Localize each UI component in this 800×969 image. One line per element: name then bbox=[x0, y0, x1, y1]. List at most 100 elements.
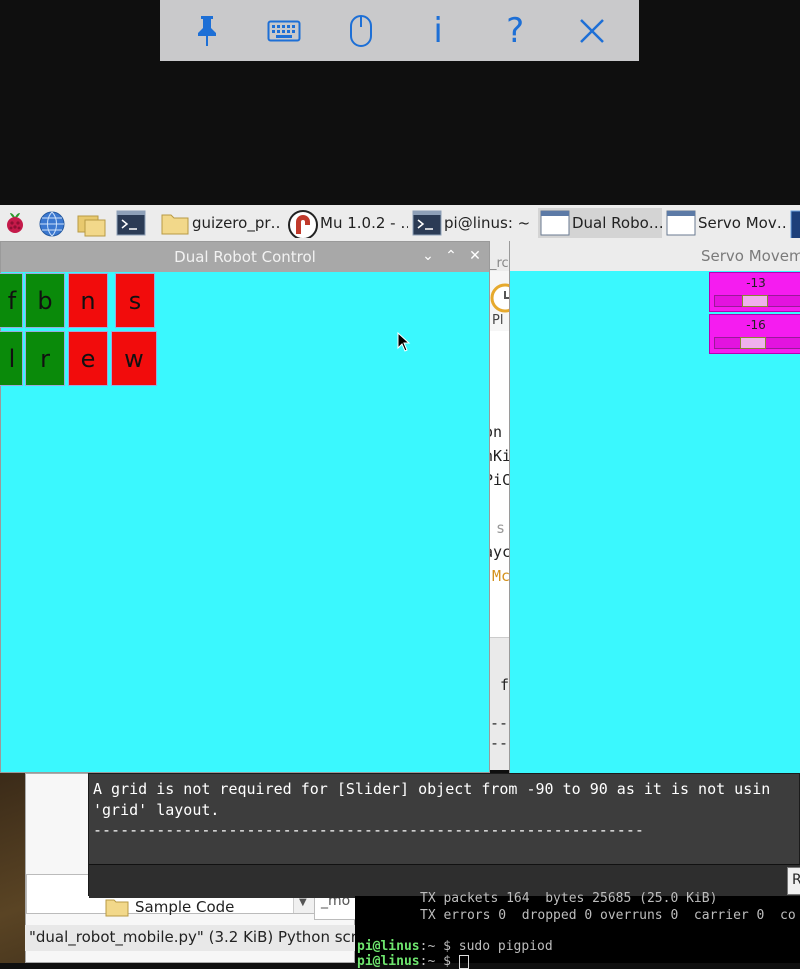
raspberry-icon bbox=[2, 210, 30, 236]
mu-title-fragment: _rc bbox=[490, 256, 509, 271]
prompt-user: pi@linus bbox=[357, 939, 420, 954]
mu-logo-icon bbox=[288, 210, 318, 238]
taskbar-item-overflow[interactable] bbox=[790, 208, 800, 238]
console-line: A grid is not required for [Slider] obje… bbox=[93, 780, 771, 798]
terminal-line: TX packets 164 bytes 25685 (25.0 KiB) bbox=[420, 891, 718, 906]
window-icon bbox=[540, 210, 570, 236]
prompt-command: :~ $ bbox=[419, 954, 459, 969]
minimize-button[interactable]: ⌄ bbox=[418, 246, 438, 266]
key-label: r bbox=[40, 344, 50, 373]
code-fragment: on bbox=[488, 423, 503, 441]
maximize-button[interactable]: ⌃ bbox=[441, 246, 461, 266]
raspberry-menu-button[interactable] bbox=[0, 208, 30, 238]
window-titlebar[interactable]: Servo Moveme bbox=[510, 241, 800, 271]
file-status-bar: "dual_robot_mobile.py" (3.2 KiB) Python … bbox=[25, 925, 355, 951]
prompt-command: :~ $ sudo pigpiod bbox=[419, 939, 553, 954]
terminal-launcher[interactable] bbox=[114, 208, 150, 238]
taskbar-item-label: Mu 1.0.2 - … bbox=[320, 214, 408, 232]
key-button-e[interactable]: e bbox=[68, 331, 108, 386]
prompt-user: pi@linus bbox=[357, 954, 420, 969]
folder-icon bbox=[105, 899, 129, 917]
key-button-f[interactable]: f bbox=[0, 273, 23, 328]
mouse-pointer-icon bbox=[397, 332, 411, 352]
servo-movement-window: Servo Moveme -13 -16 bbox=[509, 241, 800, 773]
window-title: Servo Moveme bbox=[701, 247, 800, 265]
slider-thumb[interactable] bbox=[740, 337, 766, 349]
console-side-button[interactable]: R bbox=[787, 867, 800, 895]
folders-icon bbox=[76, 210, 106, 237]
terminal-prompt: pi@linus:~ $ sudo pigpiod bbox=[357, 939, 553, 954]
key-label: f bbox=[7, 286, 17, 315]
browser-launcher[interactable] bbox=[36, 208, 70, 238]
output-console: A grid is not required for [Slider] obje… bbox=[88, 773, 800, 898]
close-icon[interactable] bbox=[571, 10, 613, 52]
taskbar-item-label: guizero_pr… bbox=[192, 214, 282, 232]
window-title: Dual Robot Control bbox=[174, 248, 316, 266]
code-fragment: f bbox=[500, 676, 510, 694]
window-titlebar[interactable]: Dual Robot Control ⌄ ⌃ ✕ bbox=[1, 242, 489, 272]
code-fragment: nKi bbox=[488, 447, 512, 465]
taskbar-item-mu[interactable]: Mu 1.0.2 - … bbox=[286, 208, 408, 238]
key-label: b bbox=[37, 286, 53, 315]
slider-track[interactable] bbox=[714, 337, 800, 349]
window-icon bbox=[666, 210, 696, 236]
console-side-button-label: R bbox=[792, 872, 800, 888]
servo-slider-2[interactable]: -16 bbox=[709, 314, 800, 354]
taskbar-item-dual-robot[interactable]: Dual Robo… bbox=[538, 208, 662, 238]
slider-track[interactable] bbox=[714, 295, 800, 307]
close-button[interactable]: ✕ bbox=[465, 246, 485, 266]
code-fragment: e s bbox=[488, 519, 506, 537]
console-line: ----------------------------------------… bbox=[93, 821, 644, 839]
code-fragment: ayc bbox=[488, 543, 512, 561]
terminal-cursor bbox=[458, 954, 469, 969]
taskbar-item-terminal[interactable]: pi@linus: ~ bbox=[410, 208, 536, 238]
terminal-line: TX errors 0 dropped 0 overruns 0 carrier… bbox=[420, 908, 796, 923]
taskbar-item-label: Servo Mov… bbox=[698, 214, 788, 232]
taskbar-item-label: Dual Robo… bbox=[572, 214, 662, 232]
scroll-down-icon[interactable]: ▼ bbox=[299, 897, 307, 908]
terminal-icon bbox=[412, 210, 442, 236]
file-manager-launcher[interactable] bbox=[74, 208, 110, 238]
code-fragment: Mc bbox=[492, 567, 511, 585]
key-label: e bbox=[80, 344, 96, 373]
key-label: l bbox=[8, 344, 16, 373]
key-label: w bbox=[124, 344, 144, 373]
terminal-window: TX packets 164 bytes 25685 (25.0 KiB) TX… bbox=[355, 891, 800, 969]
taskbar-item-guizero[interactable]: guizero_pr… bbox=[158, 208, 282, 238]
globe-icon bbox=[38, 210, 66, 237]
pin-icon[interactable] bbox=[186, 10, 228, 52]
info-icon[interactable]: i bbox=[417, 10, 459, 52]
keyboard-icon[interactable] bbox=[263, 10, 305, 52]
mouse-icon[interactable] bbox=[340, 10, 382, 52]
app-icon bbox=[790, 210, 800, 238]
code-fragment: PiC bbox=[488, 471, 512, 489]
slider-value: -16 bbox=[746, 318, 766, 332]
folder-item-sample-code[interactable]: Sample Code bbox=[105, 897, 234, 917]
terminal-prompt: pi@linus:~ $ bbox=[357, 954, 469, 969]
taskbar-item-servo[interactable]: Servo Mov… bbox=[664, 208, 788, 238]
file-status-text: "dual_robot_mobile.py" (3.2 KiB) Python … bbox=[29, 928, 355, 946]
help-icon[interactable]: ? bbox=[494, 10, 536, 52]
taskbar: guizero_pr… Mu 1.0.2 - … pi@linus: ~ Dua… bbox=[0, 205, 800, 242]
key-button-s[interactable]: s bbox=[115, 273, 155, 328]
key-button-l[interactable]: l bbox=[0, 331, 23, 386]
dual-robot-window: Dual Robot Control ⌄ ⌃ ✕ f b n s l r e w bbox=[0, 241, 490, 773]
slider-thumb[interactable] bbox=[742, 295, 768, 307]
code-fragment: -- bbox=[490, 714, 509, 732]
servo-slider-1[interactable]: -13 bbox=[709, 272, 800, 312]
key-label: n bbox=[80, 286, 96, 315]
key-button-r[interactable]: r bbox=[25, 331, 65, 386]
terminal-icon bbox=[116, 210, 146, 236]
folder-item-label: Sample Code bbox=[135, 898, 235, 916]
code-fragment: -- bbox=[490, 734, 509, 752]
key-button-w[interactable]: w bbox=[111, 331, 157, 386]
console-line: 'grid' layout. bbox=[93, 801, 220, 819]
key-button-n[interactable]: n bbox=[68, 273, 108, 328]
viewer-toolbar: i ? bbox=[160, 0, 639, 61]
key-button-b[interactable]: b bbox=[25, 273, 65, 328]
folder-icon bbox=[160, 210, 189, 236]
key-label: s bbox=[128, 286, 142, 315]
taskbar-item-label: pi@linus: ~ bbox=[444, 214, 531, 232]
slider-value: -13 bbox=[746, 276, 766, 290]
mu-toolbar-label: Pl bbox=[492, 313, 504, 328]
